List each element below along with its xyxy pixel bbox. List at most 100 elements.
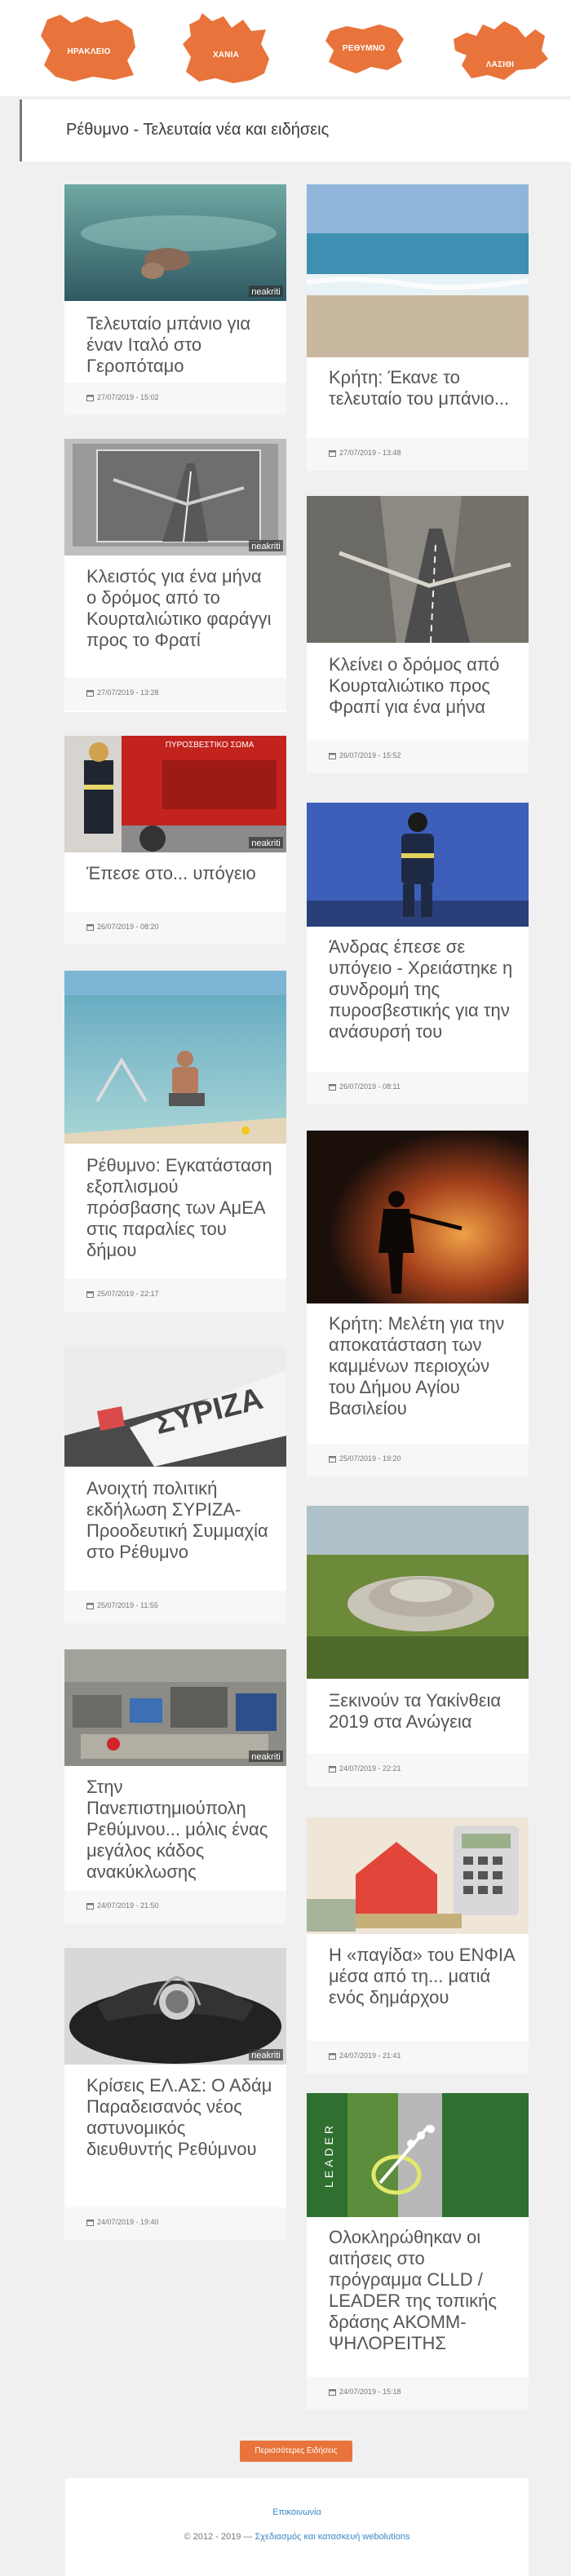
article-title[interactable]: Ξεκινούν τα Υακίνθεια 2019 στα Ανώγεια <box>329 1690 518 1733</box>
article-image[interactable] <box>307 1506 529 1679</box>
article-title[interactable]: Τελευταίο μπάνιο για έναν Ιταλό στο Γερο… <box>86 313 276 377</box>
article-meta: 24/07/2019 - 21:41 <box>307 2041 529 2074</box>
article-title[interactable]: Κρήτη: Έκανε το τελευταίο του μπάνιο... <box>329 367 518 409</box>
credit-link[interactable]: Σχεδιασμός και κατασκευή webolutions <box>255 2532 410 2542</box>
vehicle-sign: ΠΥΡΟΣΒΕΣΤΙΚΟ ΣΩΜΑ <box>166 741 255 750</box>
article-date: 24/07/2019 - 21:41 <box>339 2052 401 2060</box>
calendar-icon <box>329 753 336 759</box>
article-meta: 24/07/2019 - 21:50 <box>64 1891 286 1923</box>
calendar-icon <box>329 1456 336 1463</box>
watermark-text: neakriti <box>251 1752 280 1762</box>
chania-map-icon <box>183 13 269 83</box>
calendar-icon <box>329 450 336 457</box>
article-image[interactable]: ΠΥΡΟΣΒΕΣΤΙΚΟ ΣΩΜΑ neakriti <box>64 736 286 852</box>
calendar-icon <box>86 2220 94 2226</box>
article-meta: 27/07/2019 - 13:28 <box>64 678 286 710</box>
article-meta: 24/07/2019 - 22:21 <box>307 1754 529 1786</box>
article-card[interactable]: neakriti Κρίσεις ΕΛ.ΑΣ: Ο Αδάμ Παραδεισα… <box>64 1948 286 2240</box>
article-image[interactable] <box>307 184 529 357</box>
article-title[interactable]: Ρέθυμνο: Εγκατάσταση εξοπλισμού πρόσβαση… <box>86 1155 276 1261</box>
article-image[interactable] <box>64 971 286 1144</box>
article-card[interactable]: Ρέθυμνο: Εγκατάσταση εξοπλισμού πρόσβαση… <box>64 971 286 1312</box>
contact-link[interactable]: Επικοινωνία <box>65 2507 529 2517</box>
article-image[interactable] <box>307 803 529 927</box>
page-title: Ρέθυμνο - Τελευταία νέα και ειδήσεις <box>66 121 330 139</box>
article-card[interactable]: Κρήτη: Μελέτη για την αποκατάσταση των κ… <box>307 1131 529 1476</box>
article-image[interactable]: LEADER <box>307 2093 529 2217</box>
article-meta: 25/07/2019 - 22:17 <box>64 1279 286 1312</box>
article-card[interactable]: Κλείνει ο δρόμος από Κουρταλιώτικο προς … <box>307 496 529 773</box>
article-image[interactable] <box>307 1131 529 1303</box>
lasithi-map-icon <box>454 21 548 80</box>
article-title[interactable]: Στην Πανεπιστημιούπολη Ρεθύμνου... μόλις… <box>86 1777 276 1883</box>
watermark-text: neakriti <box>251 839 280 848</box>
article-image[interactable]: neakriti <box>64 184 286 301</box>
article-date: 25/07/2019 - 19:20 <box>339 1454 401 1463</box>
article-title[interactable]: Άνδρας έπεσε σε υπόγειο - Χρειάστηκε η σ… <box>329 936 518 1042</box>
region-label: ΡΕΘΥΜΝΟ <box>342 44 386 53</box>
article-meta: 27/07/2019 - 13:48 <box>307 438 529 471</box>
calendar-icon <box>86 690 94 697</box>
article-meta: 24/07/2019 - 19:40 <box>64 2207 286 2240</box>
article-title[interactable]: Ανοιχτή πολιτική εκδήλωση ΣΥΡΙΖΑ-Προοδευ… <box>86 1478 276 1563</box>
calendar-icon <box>329 2053 336 2060</box>
more-news-button[interactable]: Περισσότερες Ειδήσεις <box>240 2441 352 2462</box>
header-regions: ΗΡΑΚΛΕΙΟ ΧΑΝΙΑ ΡΕΘΥΜΝΟ ΛΑΣΙΘΙ <box>0 0 571 96</box>
article-date: 24/07/2019 - 15:18 <box>339 2388 401 2396</box>
article-card[interactable]: neakriti Τελευταίο μπάνιο για έναν Ιταλό… <box>64 184 286 415</box>
article-date: 26/07/2019 - 08:20 <box>97 923 159 931</box>
calendar-icon <box>86 1603 94 1609</box>
article-meta: 26/07/2019 - 08:20 <box>64 912 286 945</box>
copyright: © 2012 - 2019 — Σχεδιασμός και κατασκευή… <box>65 2532 529 2542</box>
article-card[interactable]: LEADER Ολοκληρώθηκαν οι αιτήσεις στο πρό… <box>307 2093 529 2410</box>
article-date: 26/07/2019 - 15:52 <box>339 751 401 759</box>
region-chania-link[interactable]: ΧΑΝΙΑ <box>173 11 279 86</box>
article-card[interactable]: ΠΥΡΟΣΒΕΣΤΙΚΟ ΣΩΜΑ neakriti Έπεσε στο... … <box>64 736 286 945</box>
copyright-text: © 2012 - 2019 — <box>184 2532 253 2542</box>
article-image[interactable] <box>307 1817 529 1934</box>
article-title[interactable]: Κρήτη: Μελέτη για την αποκατάσταση των κ… <box>329 1313 518 1419</box>
article-meta: 26/07/2019 - 15:52 <box>307 741 529 773</box>
article-card[interactable]: Άνδρας έπεσε σε υπόγειο - Χρειάστηκε η σ… <box>307 803 529 1104</box>
article-image[interactable] <box>307 496 529 643</box>
article-date: 25/07/2019 - 11:55 <box>97 1601 158 1609</box>
region-lasithi-link[interactable]: ΛΑΣΙΘΙ <box>447 11 553 86</box>
watermark-text: neakriti <box>251 2051 280 2060</box>
article-meta: 26/07/2019 - 08:11 <box>307 1072 529 1104</box>
article-title[interactable]: Κλειστός για ένα μήνα ο δρόμος από το Κο… <box>86 566 276 651</box>
calendar-icon <box>86 395 94 401</box>
region-label: ΧΑΝΙΑ <box>212 51 240 60</box>
article-title[interactable]: Η «παγίδα» του ΕΝΦΙΑ μέσα από τη... ματι… <box>329 1945 518 2008</box>
calendar-icon <box>86 1903 94 1910</box>
article-date: 27/07/2019 - 13:48 <box>339 449 401 457</box>
page-title-bar: Ρέθυμνο - Τελευταία νέα και ειδήσεις <box>20 100 571 162</box>
calendar-icon <box>86 924 94 931</box>
article-date: 24/07/2019 - 21:50 <box>97 1901 159 1910</box>
article-image[interactable]: neakriti <box>64 1948 286 2065</box>
region-label: ΗΡΑΚΛΕΙΟ <box>67 47 111 56</box>
article-title[interactable]: Έπεσε στο... υπόγειο <box>86 863 276 884</box>
article-title[interactable]: Ολοκληρώθηκαν οι αιτήσεις στο πρόγραμμα … <box>329 2227 518 2354</box>
article-date: 24/07/2019 - 22:21 <box>339 1764 401 1773</box>
article-card[interactable]: Ξεκινούν τα Υακίνθεια 2019 στα Ανώγεια 2… <box>307 1506 529 1786</box>
article-meta: 25/07/2019 - 19:20 <box>307 1444 529 1476</box>
watermark-text: neakriti <box>251 287 280 297</box>
article-card[interactable]: neakriti Στην Πανεπιστημιούπολη Ρεθύμνου… <box>64 1649 286 1923</box>
article-card[interactable]: Η «παγίδα» του ΕΝΦΙΑ μέσα από τη... ματι… <box>307 1817 529 2074</box>
article-meta: 25/07/2019 - 11:55 <box>64 1591 286 1623</box>
calendar-icon <box>86 1291 94 1298</box>
region-label: ΛΑΣΙΘΙ <box>485 60 515 69</box>
region-rethymno-link[interactable]: ΡΕΘΥΜΝΟ <box>311 11 417 86</box>
calendar-icon <box>329 1084 336 1091</box>
article-card[interactable]: Κρήτη: Έκανε το τελευταίο του μπάνιο... … <box>307 184 529 471</box>
article-title[interactable]: Κρίσεις ΕΛ.ΑΣ: Ο Αδάμ Παραδεισανός νέος … <box>86 2075 276 2160</box>
article-card[interactable]: ΣΥΡΙΖΑ Ανοιχτή πολιτική εκδήλωση ΣΥΡΙΖΑ-… <box>64 1346 286 1623</box>
article-title[interactable]: Κλείνει ο δρόμος από Κουρταλιώτικο προς … <box>329 654 518 718</box>
region-heraklion-link[interactable]: ΗΡΑΚΛΕΙΟ <box>36 11 142 86</box>
watermark-text: neakriti <box>251 542 280 551</box>
article-image[interactable]: ΣΥΡΙΖΑ <box>64 1346 286 1467</box>
article-image[interactable]: neakriti <box>64 439 286 555</box>
article-card[interactable]: neakriti Κλειστός για ένα μήνα ο δρόμος … <box>64 439 286 712</box>
calendar-icon <box>329 2389 336 2396</box>
article-image[interactable]: neakriti <box>64 1649 286 1766</box>
